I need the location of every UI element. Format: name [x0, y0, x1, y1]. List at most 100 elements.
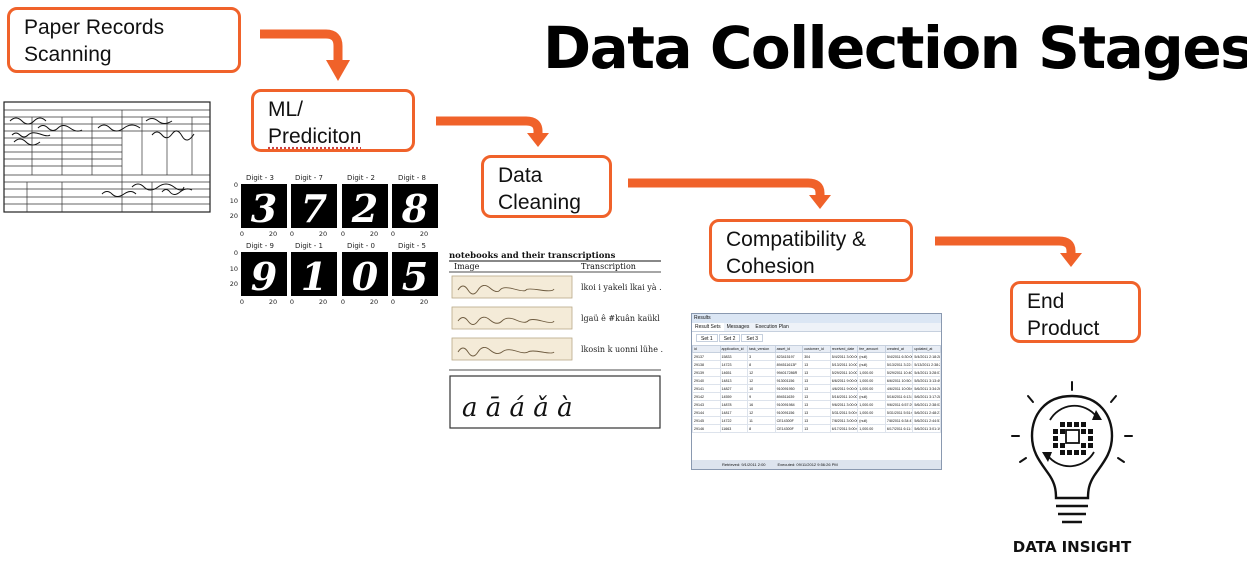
- results-tabs: Result Sets Messages Execution Plan: [692, 323, 941, 332]
- x-tick: 0: [290, 298, 294, 306]
- flow-arrow-1: [260, 29, 350, 81]
- scanned-paper-form-image: [3, 101, 211, 213]
- results-column-header[interactable]: created_at: [884, 345, 914, 353]
- table-cell: 29138: [692, 360, 721, 369]
- mnist-digits-plot: Digit - 3 Digit - 7 Digit - 2 Digit - 8 …: [230, 174, 438, 306]
- table-cell: (null): [857, 352, 886, 361]
- stage-label-line1: Paper Records: [24, 16, 165, 39]
- table-cell: 13: [802, 376, 831, 385]
- results-title-bar: Results: [692, 314, 941, 323]
- table-cell: 5/4/2011 3:00:00 AM: [829, 352, 859, 361]
- table-cell: 5/16/2011 10:00:00 AM: [829, 392, 859, 401]
- table-cell: 16: [747, 400, 776, 409]
- results-column-header[interactable]: fee_amount: [857, 345, 886, 353]
- table-cell: CE14300F: [774, 424, 804, 433]
- x-tick: 0: [341, 298, 345, 306]
- x-tick: 20: [420, 298, 428, 306]
- results-subtabs: Set 1 Set 2 Set 3: [692, 334, 941, 342]
- table-cell: 14722: [719, 416, 749, 425]
- table-cell: 29145: [692, 416, 721, 425]
- results-column-header[interactable]: updated_at: [912, 345, 941, 353]
- table-cell: 12: [747, 376, 776, 385]
- flow-arrow-3: [628, 178, 831, 209]
- table-cell: 4/6/2011 9:00:00 AM: [829, 384, 859, 393]
- logo-ray: [1027, 395, 1034, 403]
- table-cell: 29142: [692, 392, 721, 401]
- subtab-set-1[interactable]: Set 1: [696, 334, 718, 342]
- results-column-header[interactable]: asset_id: [774, 345, 804, 353]
- results-column-header[interactable]: id: [692, 345, 721, 353]
- table-cell: (null): [857, 416, 886, 425]
- table-row[interactable]: 291451472211CE14300F137/8/2011 3:00:00 A…: [692, 416, 941, 425]
- table-cell: 5/29/2011 10:40:18 PM: [884, 368, 914, 377]
- table-row[interactable]: 291441481712910091156135/31/2011 5:00:00…: [692, 408, 941, 417]
- table-row[interactable]: 29142145599894511639135/16/2011 10:00:00…: [692, 392, 941, 401]
- logo-ray: [1110, 395, 1117, 403]
- table-cell: 6/17/2011 5:00:00 AM: [829, 424, 859, 433]
- table-cell: 29139: [692, 368, 721, 377]
- results-column-header[interactable]: task_version: [747, 345, 776, 353]
- table-cell: 14817: [719, 408, 749, 417]
- stage-label-line1: Compatibility &: [726, 228, 867, 251]
- stage-label-line2: Scanning: [24, 43, 112, 66]
- logo-text: DATA INSIGHT: [1013, 538, 1132, 556]
- stage-label-line2: Prediciton: [268, 125, 362, 148]
- status-right: Executed: 09/11/2012 9:56:26 PM: [777, 462, 838, 467]
- results-column-header[interactable]: application_id: [719, 345, 749, 353]
- logo-bulb-outline: [1030, 394, 1114, 500]
- table-cell: 15833: [719, 352, 749, 361]
- table-cell: 5/4/2011 6:30:00 PM: [884, 352, 914, 361]
- table-row[interactable]: 29146116638CE14300F136/17/2011 5:00:00 A…: [692, 424, 941, 433]
- flow-arrow-4: [935, 236, 1082, 267]
- table-row[interactable]: 29140 14813 12 913001156 13 6/6/2011 9:00:00 …: [692, 376, 941, 385]
- table-cell: 5/6/2011 2:48:21 PM: [912, 408, 941, 417]
- page-title: Data Collection Stages: [543, 14, 1247, 82]
- results-body: 29137 15833 3 823415197 304 5/4/2011 3:00:00 …: [692, 352, 941, 433]
- stage-label-line1: Data: [498, 164, 543, 187]
- stage-compatibility-cohesion: Compatibility & Cohesion: [709, 219, 913, 282]
- x-tick: 0: [391, 298, 395, 306]
- table-cell: 29137: [692, 352, 721, 361]
- table-cell: 5/16/2011 6:13:34 PM: [884, 392, 914, 401]
- table-cell: 13: [802, 416, 831, 425]
- table-cell: 9: [747, 392, 776, 401]
- table-cell: 823415197: [774, 352, 804, 361]
- results-status-bar: Retrieved: 9/1/2011 2:00 Executed: 09/11…: [692, 460, 941, 469]
- table-cell: 14813: [719, 376, 749, 385]
- table-cell: 12: [747, 368, 776, 377]
- results-column-header[interactable]: received_date: [829, 345, 859, 353]
- tab-messages[interactable]: Messages: [724, 323, 753, 331]
- table-row[interactable]: 29143 14878 16 910091984 13 9/6/2011 3:00:00 …: [692, 400, 941, 409]
- y-tick: 10: [230, 197, 238, 205]
- mnist-digit: 5: [402, 254, 428, 299]
- table-cell: (null): [857, 392, 886, 401]
- table-cell: 12: [747, 408, 776, 417]
- results-column-header[interactable]: customer_id: [802, 345, 831, 353]
- table-cell: 29143: [692, 400, 721, 409]
- table-cell: 1,000.00: [857, 408, 886, 417]
- table-cell: 994017286R: [774, 368, 804, 377]
- subtab-set-3[interactable]: Set 3: [741, 334, 764, 342]
- table-cell: 29146: [692, 424, 721, 433]
- tab-result-sets[interactable]: Result Sets: [692, 323, 724, 331]
- table-row[interactable]: 291391465112994017286R135/29/2011 10:00:…: [692, 368, 941, 377]
- table-cell: 11663: [719, 424, 749, 433]
- tab-execution-plan[interactable]: Execution Plan: [752, 323, 791, 331]
- transcription-row: lgaü ê #kuân kaükl: [581, 314, 660, 323]
- logo-cycle-arrowhead: [1092, 410, 1102, 420]
- table-cell: 7/8/2011 6:34:47 PM: [884, 416, 914, 425]
- table-cell: 6/6/2011 9:00:00 AM: [829, 376, 859, 385]
- table-cell: 14827: [719, 384, 749, 393]
- table-row[interactable]: 29141 14827 10 910091950 13 4/6/2011 9:00:00 …: [692, 384, 941, 393]
- table-row[interactable]: 29137 15833 3 823415197 304 5/4/2011 3:00:00 …: [692, 352, 941, 361]
- logo-ray: [1117, 457, 1125, 463]
- table-cell: 913001156: [774, 376, 804, 385]
- x-tick: 20: [370, 298, 378, 306]
- table-cell: 9/6/2011 6:57:29 PM: [884, 400, 914, 409]
- table-row[interactable]: 29138147238894511613F135/13/2011 10:00:0…: [692, 360, 941, 369]
- y-tick: 10: [230, 265, 238, 273]
- mnist-title: Digit - 5: [398, 242, 426, 250]
- subtab-set-2[interactable]: Set 2: [718, 334, 741, 342]
- results-header-row: id application_id task_version asset_id cust…: [692, 345, 941, 353]
- y-tick: 20: [230, 212, 238, 220]
